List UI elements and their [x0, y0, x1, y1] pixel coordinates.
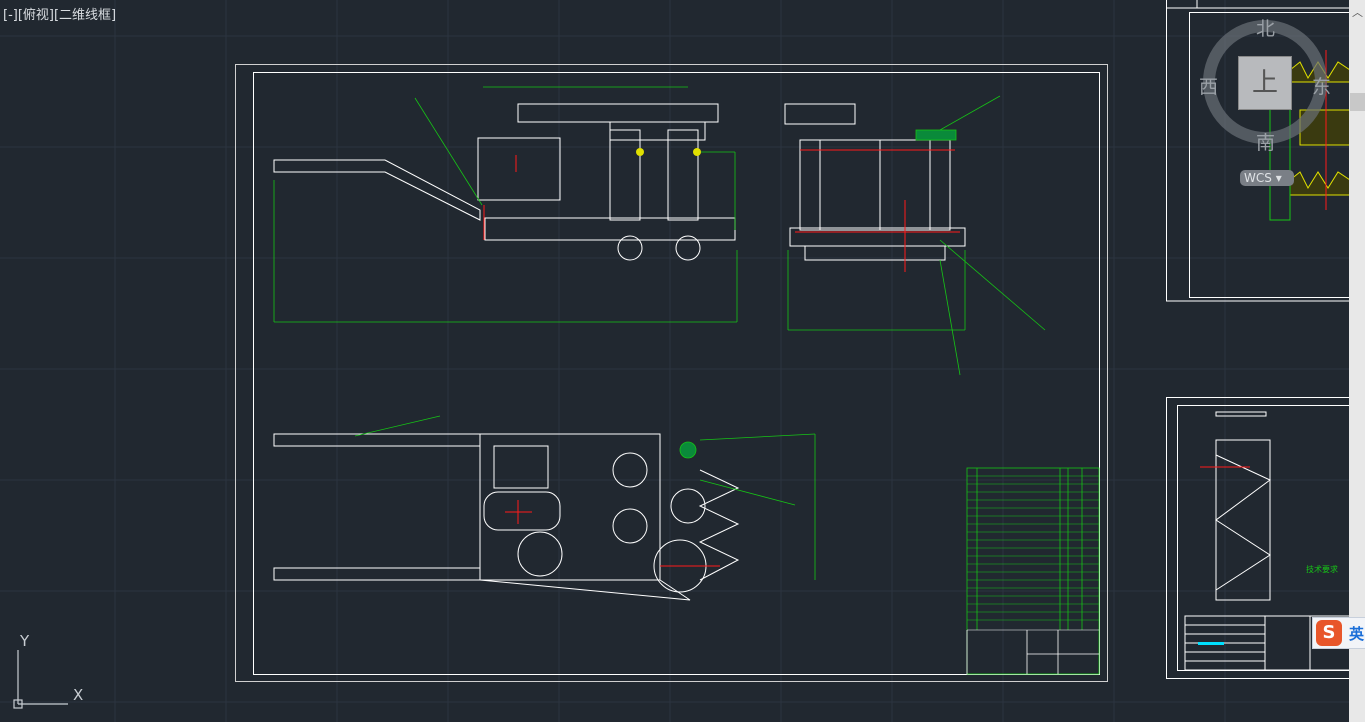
bom-rows	[967, 475, 1099, 631]
viewcube-top-face[interactable]: 上	[1238, 56, 1292, 110]
dimension-lines	[273, 86, 1100, 675]
center-lines	[483, 149, 960, 567]
ucs-y-label: Y	[20, 632, 30, 650]
compass-south[interactable]: 南	[1256, 128, 1275, 155]
title-block	[966, 630, 1099, 674]
wcs-label: WCS	[1244, 171, 1272, 185]
scroll-up-icon[interactable]: ︿	[1352, 4, 1363, 20]
compass-east[interactable]: 东	[1312, 72, 1331, 99]
scrollbar-thumb[interactable]	[1350, 93, 1365, 111]
tech-requirements-title: 技术要求	[1306, 565, 1338, 574]
wcs-menu[interactable]: WCS ▾	[1240, 170, 1294, 186]
compass-north[interactable]: 北	[1256, 14, 1275, 41]
model-space-canvas[interactable]	[0, 0, 1365, 722]
sogou-logo-icon: S	[1316, 620, 1342, 646]
viewport-controls-label[interactable]: [-][俯视][二维线框]	[3, 4, 116, 23]
viewcube[interactable]: 北 南 东 西 上 WCS ▾	[1198, 10, 1338, 190]
ucs-icon	[13, 650, 68, 709]
ime-language-toggle[interactable]: 英	[1349, 623, 1364, 644]
compass-west[interactable]: 西	[1199, 72, 1218, 99]
ucs-x-label: X	[73, 686, 84, 704]
ime-toolbar[interactable]: S 英	[1312, 617, 1365, 649]
